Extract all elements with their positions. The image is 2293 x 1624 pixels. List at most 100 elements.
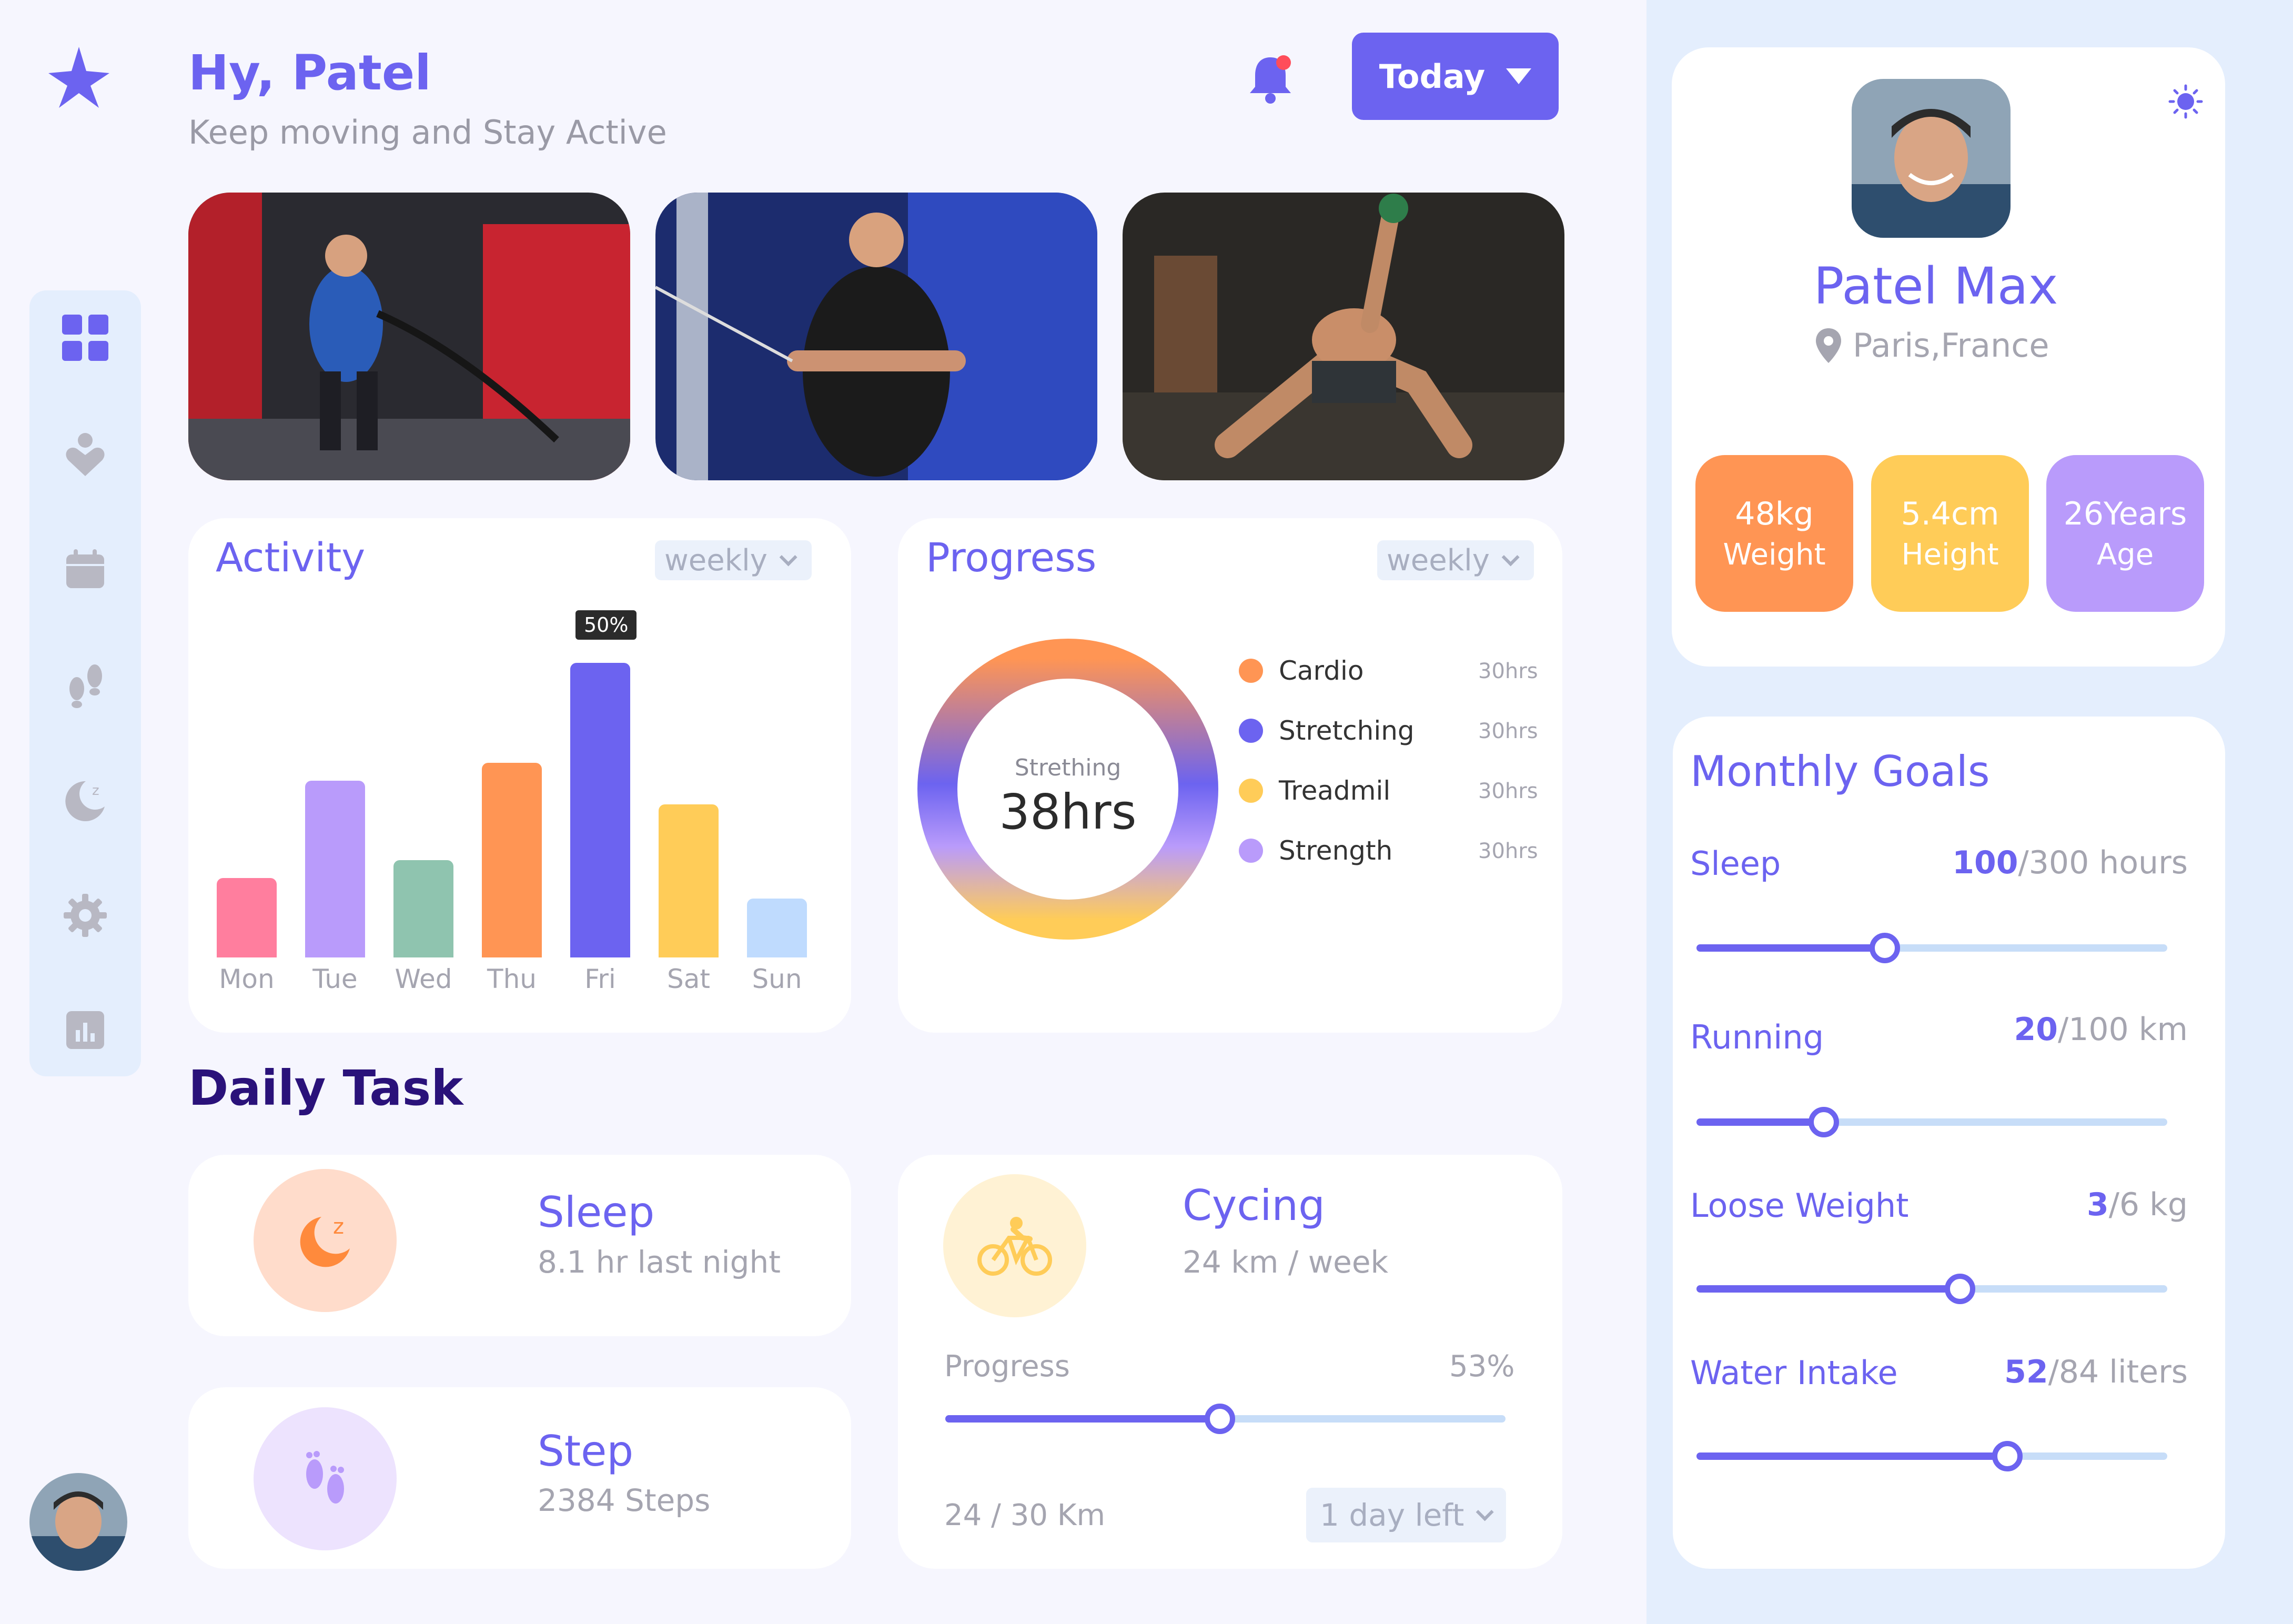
cycling-deadline-dropdown[interactable]: 1 day left — [1306, 1488, 1506, 1542]
goal-name: Loose Weight — [1690, 1186, 1909, 1225]
monthly-goals-title: Monthly Goals — [1690, 747, 1990, 796]
heart-icon[interactable] — [59, 428, 112, 481]
chevron-down-icon — [779, 548, 797, 567]
stat-tile-age: 26Years Age — [2046, 455, 2204, 612]
activity-highlight-tag: 50% — [575, 610, 637, 640]
user-avatar[interactable] — [29, 1473, 127, 1571]
goal-slider-knob[interactable] — [1945, 1274, 1976, 1304]
activity-bar-sun[interactable] — [747, 899, 807, 957]
sleep-task-name: Sleep — [538, 1188, 655, 1237]
goal-current: 100 — [1952, 844, 2018, 881]
legend-value: 30hrs — [1478, 779, 1538, 803]
legend-value: 30hrs — [1478, 839, 1538, 863]
svg-text:z: z — [92, 783, 99, 799]
daily-task-title: Daily Task — [188, 1060, 463, 1116]
progress-period-label: weekly — [1387, 543, 1490, 578]
activity-bar-mon[interactable] — [217, 877, 277, 957]
goal-slider-water-intake[interactable] — [1696, 1441, 2167, 1471]
profile-avatar — [1852, 79, 2011, 238]
legend-item: Cardio — [1239, 655, 1479, 687]
workout-photo-battle-ropes[interactable] — [188, 193, 630, 480]
goal-current: 52 — [2004, 1354, 2048, 1390]
cycling-progress-slider[interactable] — [945, 1404, 1506, 1434]
activity-title: Activity — [216, 534, 366, 581]
stat-label: Age — [2096, 537, 2154, 572]
svg-text:z: z — [333, 1215, 344, 1239]
legend-name: Stretching — [1279, 715, 1415, 746]
period-button-label: Today — [1379, 57, 1486, 96]
goal-slider-knob[interactable] — [1808, 1107, 1839, 1137]
bicycle-icon — [943, 1174, 1086, 1317]
app-logo[interactable] — [46, 45, 112, 110]
footprints-icon[interactable] — [59, 659, 112, 711]
activity-period-label: weekly — [664, 543, 767, 578]
workout-photo-cable-machine[interactable] — [655, 193, 1097, 480]
legend-item: Strength — [1239, 835, 1479, 866]
chevron-down-icon — [1476, 1503, 1494, 1521]
activity-bar-sat[interactable] — [659, 804, 719, 957]
calendar-icon[interactable] — [59, 543, 112, 596]
activity-period-dropdown[interactable]: weekly — [655, 540, 812, 580]
progress-donut-chart: Strething 38hrs — [915, 637, 1220, 942]
activity-bar-thu[interactable] — [482, 763, 542, 957]
goal-name: Sleep — [1690, 844, 1781, 883]
activity-day-label: Sat — [667, 964, 710, 994]
donut-center-value: 38hrs — [999, 784, 1137, 840]
goal-name: Running — [1690, 1018, 1824, 1056]
legend-value: 30hrs — [1478, 659, 1538, 683]
goal-current: 3 — [2086, 1186, 2109, 1223]
activity-bar-fri[interactable] — [570, 663, 630, 957]
sun-icon[interactable] — [2168, 84, 2203, 119]
progress-period-dropdown[interactable]: weekly — [1377, 540, 1534, 580]
activity-bar-wed[interactable] — [393, 860, 453, 957]
legend-color-treadmil — [1239, 779, 1263, 803]
goal-value: 3/6 kg — [2087, 1186, 2188, 1223]
cycling-deadline-label: 1 day left — [1320, 1497, 1464, 1533]
activity-day-label: Wed — [395, 964, 452, 994]
footprints-icon — [254, 1407, 397, 1550]
cycling-progress-fill — [945, 1415, 1220, 1423]
location-pin-icon — [1816, 328, 1841, 363]
cycling-progress-value: 53% — [1449, 1349, 1515, 1384]
legend-color-strength — [1239, 839, 1263, 863]
goal-slider-sleep[interactable] — [1696, 933, 2167, 963]
activity-day-label: Mon — [219, 964, 275, 994]
goal-slider-knob[interactable] — [1870, 933, 1900, 963]
goal-current: 20 — [2014, 1011, 2058, 1048]
gear-icon[interactable] — [59, 889, 112, 942]
legend-color-stretching — [1239, 719, 1263, 743]
legend-name: Strength — [1279, 835, 1393, 866]
goal-target: /100 km — [2057, 1011, 2188, 1048]
period-dropdown-button[interactable]: Today — [1352, 33, 1559, 120]
activity-day-label: Fri — [584, 964, 616, 994]
step-task-name: Step — [538, 1427, 634, 1476]
goal-slider-knob[interactable] — [1992, 1441, 2023, 1471]
goal-target: /84 liters — [2048, 1354, 2188, 1390]
progress-title: Progress — [926, 534, 1097, 581]
goal-name: Water Intake — [1690, 1354, 1898, 1392]
grid-icon[interactable] — [59, 311, 112, 364]
goal-slider-loose-weight[interactable] — [1696, 1274, 2167, 1304]
donut-center-label: Strething — [1014, 754, 1122, 781]
legend-name: Treadmil — [1279, 775, 1391, 806]
notification-bell-icon[interactable] — [1241, 50, 1299, 108]
step-task-detail: 2384 Steps — [538, 1482, 711, 1518]
stat-label: Height — [1901, 537, 1999, 572]
stat-value: 5.4cm — [1901, 495, 1999, 532]
goal-target: /300 hours — [2018, 844, 2188, 881]
bar-chart-icon[interactable] — [59, 1004, 112, 1056]
goal-slider-fill — [1696, 944, 1885, 952]
page-subtitle: Keep moving and Stay Active — [188, 113, 667, 152]
goal-value: 20/100 km — [2014, 1011, 2188, 1048]
profile-name: Patel Max — [1813, 257, 2058, 316]
activity-bar-tue[interactable] — [305, 781, 365, 957]
cycling-progress-knob[interactable] — [1204, 1404, 1235, 1434]
stat-tile-height: 5.4cm Height — [1871, 455, 2029, 612]
profile-location-text: Paris,France — [1853, 326, 2049, 365]
goal-slider-running[interactable] — [1696, 1107, 2167, 1137]
goal-value: 52/84 liters — [2004, 1354, 2188, 1390]
sleep-moon-icon: z — [254, 1169, 397, 1312]
workout-photo-kettlebell[interactable] — [1123, 193, 1564, 480]
cycling-task-name: Cycing — [1183, 1181, 1325, 1230]
moon-icon[interactable]: z — [59, 773, 112, 826]
